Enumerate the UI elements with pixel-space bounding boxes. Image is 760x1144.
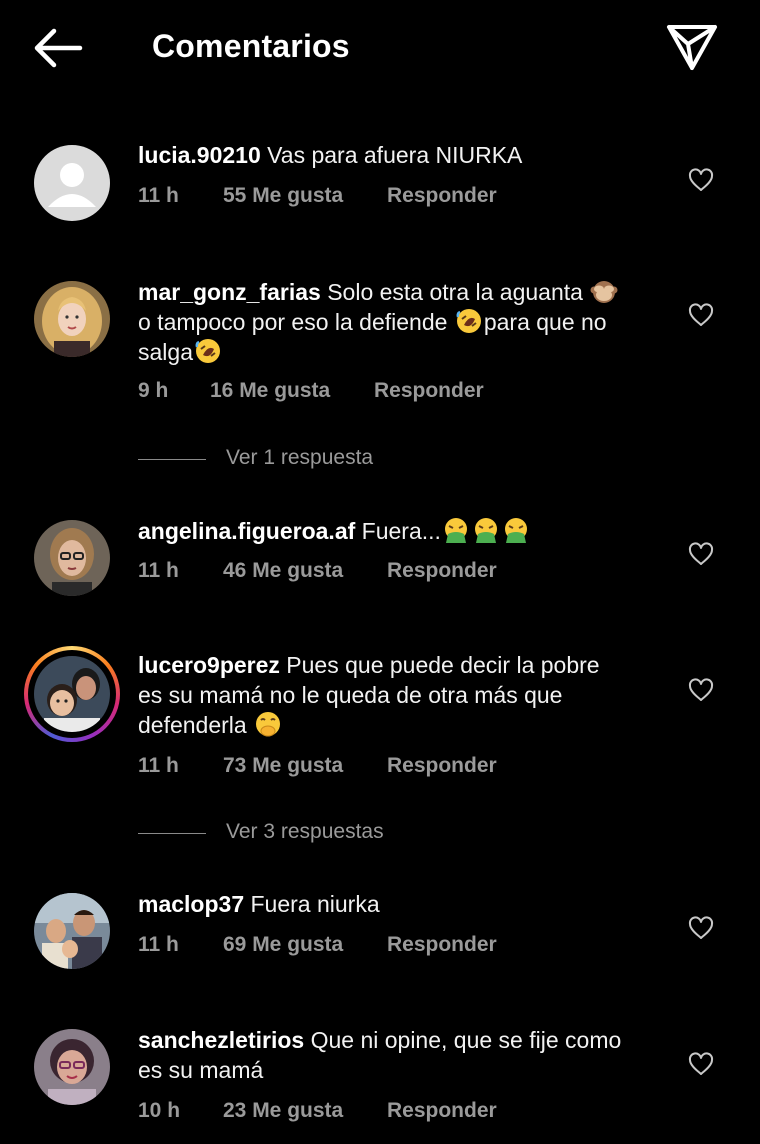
comment-body: Que ni opine, que se fije como bbox=[310, 1027, 622, 1053]
comment-time: 11 h bbox=[138, 184, 179, 207]
comment-username[interactable]: lucia.90210 bbox=[138, 142, 261, 168]
reply-button[interactable]: Responder bbox=[387, 184, 497, 208]
comment-body: o tampoco por eso la defiende bbox=[138, 309, 448, 335]
profile-photo-icon bbox=[34, 281, 110, 357]
avatar[interactable] bbox=[34, 520, 110, 596]
comment-username[interactable]: angelina.figueroa.af bbox=[138, 518, 355, 544]
comment-username[interactable]: sanchezletirios bbox=[138, 1027, 304, 1053]
comment-username[interactable]: lucero9perez bbox=[138, 652, 280, 678]
comment-time: 11 h bbox=[138, 559, 179, 582]
view-replies-label: Ver 3 respuestas bbox=[226, 820, 384, 843]
reply-button[interactable]: Responder bbox=[387, 559, 497, 583]
comment-body: Fuera niurka bbox=[250, 891, 380, 917]
view-replies-button[interactable]: Ver 1 respuesta bbox=[138, 446, 538, 474]
profile-photo-icon bbox=[34, 893, 110, 969]
comment-time: 9 h bbox=[138, 379, 169, 402]
reply-button[interactable]: Responder bbox=[387, 1099, 497, 1123]
heart-icon[interactable] bbox=[688, 1052, 714, 1076]
comment-likes[interactable]: 69 Me gusta bbox=[223, 933, 343, 957]
profile-photo-icon bbox=[34, 520, 110, 596]
comment-body: Vas para afuera NIURKA bbox=[267, 142, 523, 168]
comment-likes[interactable]: 55 Me gusta bbox=[223, 184, 343, 208]
reply-button[interactable]: Responder bbox=[374, 379, 484, 403]
comment-body: es su mamá no le queda de otra más que bbox=[138, 682, 563, 708]
vomiting-face-icon bbox=[502, 516, 530, 544]
avatar[interactable] bbox=[34, 145, 110, 221]
comment-text: lucero9perez Pues que puede decir la pob… bbox=[138, 650, 668, 740]
comment-username[interactable]: maclop37 bbox=[138, 891, 244, 917]
reply-button[interactable]: Responder bbox=[387, 754, 497, 778]
vomiting-face-icon bbox=[472, 516, 500, 544]
heart-icon[interactable] bbox=[688, 678, 714, 702]
comment-likes[interactable]: 46 Me gusta bbox=[223, 559, 343, 583]
view-replies-label: Ver 1 respuesta bbox=[226, 446, 374, 469]
rolling-laughing-icon bbox=[455, 307, 483, 335]
comment-body: Solo esta otra la aguanta bbox=[327, 279, 583, 305]
page-title: Comentarios bbox=[152, 28, 350, 64]
comment-body: Pues que puede decir la pobre bbox=[286, 652, 600, 678]
comment-body: Fuera... bbox=[361, 518, 441, 544]
profile-photo-icon bbox=[34, 1029, 110, 1105]
default-avatar-icon bbox=[34, 145, 110, 221]
comment-text: sanchezletirios Que ni opine, que se fij… bbox=[138, 1025, 668, 1085]
comment-text: mar_gonz_farias Solo esta otra la aguant… bbox=[138, 277, 668, 367]
profile-photo-icon bbox=[34, 656, 110, 732]
replies-divider bbox=[138, 459, 206, 460]
rolling-laughing-icon bbox=[194, 337, 222, 365]
avatar[interactable] bbox=[34, 656, 110, 732]
comment-likes[interactable]: 73 Me gusta bbox=[223, 754, 343, 778]
comment-text: angelina.figueroa.af Fuera... bbox=[138, 516, 668, 546]
avatar[interactable] bbox=[34, 1029, 110, 1105]
comment-username[interactable]: mar_gonz_farias bbox=[138, 279, 321, 305]
vomiting-face-icon bbox=[442, 516, 470, 544]
comment-likes[interactable]: 23 Me gusta bbox=[223, 1099, 343, 1123]
avatar[interactable] bbox=[34, 893, 110, 969]
comment-text: maclop37 Fuera niurka bbox=[138, 889, 668, 919]
replies-divider bbox=[138, 833, 206, 834]
header-bar: Comentarios bbox=[0, 0, 760, 96]
hand-over-mouth-icon bbox=[254, 710, 282, 738]
paper-plane-icon bbox=[667, 25, 717, 70]
avatar[interactable] bbox=[34, 281, 110, 357]
comment-text: lucia.90210 Vas para afuera NIURKA bbox=[138, 140, 668, 170]
comment-body: salga bbox=[138, 339, 193, 365]
comment-body: defenderla bbox=[138, 712, 247, 738]
comment-time: 11 h bbox=[138, 754, 179, 777]
share-button[interactable] bbox=[664, 22, 720, 72]
story-ring[interactable] bbox=[24, 646, 120, 742]
comment-time: 10 h bbox=[138, 1099, 181, 1122]
heart-icon[interactable] bbox=[688, 916, 714, 940]
heart-icon[interactable] bbox=[688, 303, 714, 327]
comment-body: es su mamá bbox=[138, 1057, 264, 1083]
comment-time: 11 h bbox=[138, 933, 179, 956]
comment-likes[interactable]: 16 Me gusta bbox=[210, 379, 330, 403]
back-button[interactable] bbox=[30, 26, 86, 70]
comment-body: para que no bbox=[483, 309, 607, 335]
heart-icon[interactable] bbox=[688, 168, 714, 192]
see-no-evil-monkey-icon bbox=[590, 277, 618, 305]
view-replies-button[interactable]: Ver 3 respuestas bbox=[138, 820, 538, 848]
arrow-left-icon bbox=[34, 28, 83, 68]
heart-icon[interactable] bbox=[688, 542, 714, 566]
reply-button[interactable]: Responder bbox=[387, 933, 497, 957]
